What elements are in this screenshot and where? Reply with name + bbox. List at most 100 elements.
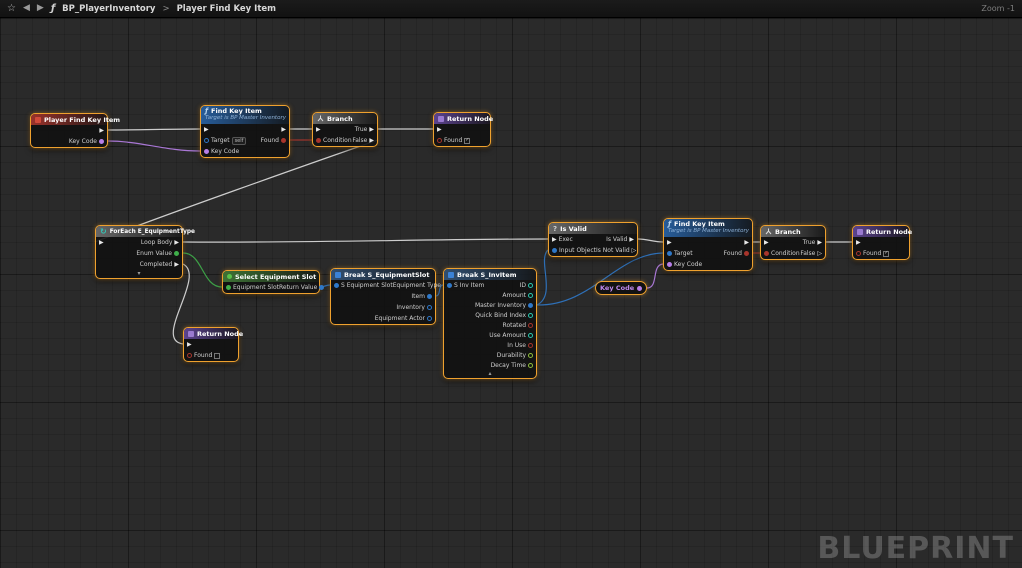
branch-icon	[317, 115, 324, 122]
pin-label: S Equipment Slot	[341, 282, 393, 289]
found-pin[interactable]	[281, 138, 286, 143]
node-branch-1[interactable]: Branch True Condition False	[312, 112, 378, 147]
node-break-equipmentslot[interactable]: Break S_EquipmentSlot S Equipment Slot E…	[330, 268, 436, 325]
node-foreach-equipmenttype[interactable]: ↻ ForEach E_EquipmentType Loop Body Enum…	[95, 225, 183, 279]
node-find-key-item-1[interactable]: ƒFind Key Item Target is BP Master Inven…	[200, 105, 290, 158]
wire-isvalid-find2	[638, 239, 663, 242]
node-return-1[interactable]: Return Node Found	[433, 112, 491, 147]
exec-in-pin[interactable]	[204, 127, 209, 133]
node-find-key-item-2[interactable]: ƒFind Key Item Target is BP Master Inven…	[663, 218, 753, 271]
found-pin[interactable]	[187, 353, 192, 358]
target-pin[interactable]	[667, 251, 672, 256]
key-code-out-pin[interactable]	[99, 139, 104, 144]
blueprint-graph-canvas[interactable]: Player Find Key Item Key Code ƒFind Key …	[0, 18, 1022, 568]
node-title: Return Node	[447, 115, 493, 123]
node-is-valid[interactable]: ? Is Valid Exec Is Valid Input Object Is…	[548, 222, 638, 257]
struct-in-pin[interactable]	[447, 283, 452, 288]
enum-value-pin[interactable]	[174, 251, 179, 256]
is-not-valid-exec-pin[interactable]	[632, 248, 637, 254]
key-code-pin[interactable]	[204, 149, 209, 154]
node-title: Break S_InvItem	[457, 271, 516, 279]
target-self-value[interactable]: self	[232, 137, 247, 145]
node-header: Return Node	[184, 328, 238, 339]
collapse-caret[interactable]	[444, 370, 536, 377]
found-pin[interactable]	[856, 251, 861, 256]
equipment-slot-pin[interactable]	[226, 285, 231, 290]
pin-label: Rotated	[503, 322, 526, 329]
item-pin[interactable]	[427, 294, 432, 299]
pin-label: Key Code	[211, 148, 239, 155]
equipment-actor-pin[interactable]	[427, 316, 432, 321]
node-title: Return Node	[866, 228, 912, 236]
loop-body-exec-pin[interactable]	[174, 240, 179, 246]
amount-pin[interactable]	[528, 293, 533, 298]
exec-out-pin[interactable]	[99, 128, 104, 134]
pin-label: Enum Value	[136, 250, 172, 257]
in-use-pin[interactable]	[528, 343, 533, 348]
node-select-equipment-slot[interactable]: Select Equipment Slot Equipment Slot Ret…	[222, 270, 320, 294]
forward-icon[interactable]: ▶	[37, 4, 44, 13]
node-key-code-get[interactable]: Key Code	[595, 281, 647, 295]
node-header: ƒFind Key Item Target is BP Master Inven…	[664, 219, 752, 237]
completed-exec-pin[interactable]	[174, 262, 179, 268]
favorite-star-icon[interactable]: ☆	[7, 4, 16, 14]
exec-in-pin[interactable]	[856, 240, 861, 246]
master-inventory-pin[interactable]	[528, 303, 533, 308]
found-checkbox[interactable]	[464, 138, 470, 144]
exec-in-pin[interactable]	[187, 342, 192, 348]
false-exec-pin[interactable]	[369, 138, 374, 144]
true-exec-pin[interactable]	[369, 127, 374, 133]
rotated-pin[interactable]	[528, 323, 533, 328]
breadcrumb-root[interactable]: BP_PlayerInventory	[62, 4, 155, 14]
wire-exec	[108, 129, 200, 130]
breadcrumb-current[interactable]: Player Find Key Item	[177, 4, 276, 14]
condition-pin[interactable]	[316, 138, 321, 143]
node-header: Player Find Key Item	[31, 114, 107, 125]
pin-label: Use Amount	[489, 332, 526, 339]
found-pin[interactable]	[744, 251, 749, 256]
condition-pin[interactable]	[764, 251, 769, 256]
use-amount-pin[interactable]	[528, 333, 533, 338]
struct-in-pin[interactable]	[334, 283, 339, 288]
is-valid-exec-pin[interactable]	[629, 237, 634, 243]
exec-in-pin[interactable]	[667, 240, 672, 246]
node-title: Find Key Item	[674, 220, 725, 228]
input-object-pin[interactable]	[552, 248, 557, 253]
node-title: ForEach E_EquipmentType	[110, 229, 195, 235]
durability-pin[interactable]	[528, 353, 533, 358]
return-value-pin[interactable]	[319, 285, 324, 290]
key-code-out-pin[interactable]	[637, 286, 642, 291]
found-pin[interactable]	[437, 138, 442, 143]
node-branch-2[interactable]: Branch True Condition False	[760, 225, 826, 260]
node-title: Player Find Key Item	[44, 116, 120, 124]
true-exec-pin[interactable]	[817, 240, 822, 246]
node-return-3[interactable]: Return Node Found	[852, 225, 910, 260]
target-pin[interactable]	[204, 138, 209, 143]
exec-in-pin[interactable]	[437, 127, 442, 133]
wire-key-code	[108, 141, 200, 151]
pin-label: Equipment Type	[393, 282, 441, 289]
exec-in-pin[interactable]	[764, 240, 769, 246]
node-break-invitem[interactable]: Break S_InvItem S Inv Item ID Amount Mas…	[443, 268, 537, 379]
exec-out-pin[interactable]	[744, 240, 749, 246]
node-return-2[interactable]: Return Node Found	[183, 327, 239, 362]
id-pin[interactable]	[528, 283, 533, 288]
key-code-pin[interactable]	[667, 262, 672, 267]
decay-time-pin[interactable]	[528, 363, 533, 368]
exec-in-pin[interactable]	[552, 237, 557, 243]
exec-out-pin[interactable]	[281, 127, 286, 133]
node-header: Branch	[313, 113, 377, 124]
found-checkbox[interactable]	[214, 353, 220, 359]
found-checkbox[interactable]	[883, 251, 889, 257]
false-exec-pin[interactable]	[817, 251, 822, 257]
quick-bind-index-pin[interactable]	[528, 313, 533, 318]
function-icon: ƒ	[668, 220, 671, 228]
collapse-caret[interactable]	[96, 270, 182, 277]
back-icon[interactable]: ◀	[23, 4, 30, 13]
node-function-entry[interactable]: Player Find Key Item Key Code	[30, 113, 108, 148]
exec-in-pin[interactable]	[99, 240, 104, 246]
inventory-pin[interactable]	[427, 305, 432, 310]
pin-label: Is Valid	[606, 236, 627, 243]
struct-icon	[335, 272, 341, 278]
exec-in-pin[interactable]	[316, 127, 321, 133]
